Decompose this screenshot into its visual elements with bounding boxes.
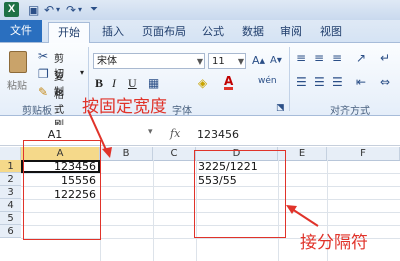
arrow-line [291,208,319,227]
arrow-head [102,147,112,158]
arrow-line [87,109,108,153]
annotation-arrows [87,109,319,227]
arrow-head [286,205,297,214]
